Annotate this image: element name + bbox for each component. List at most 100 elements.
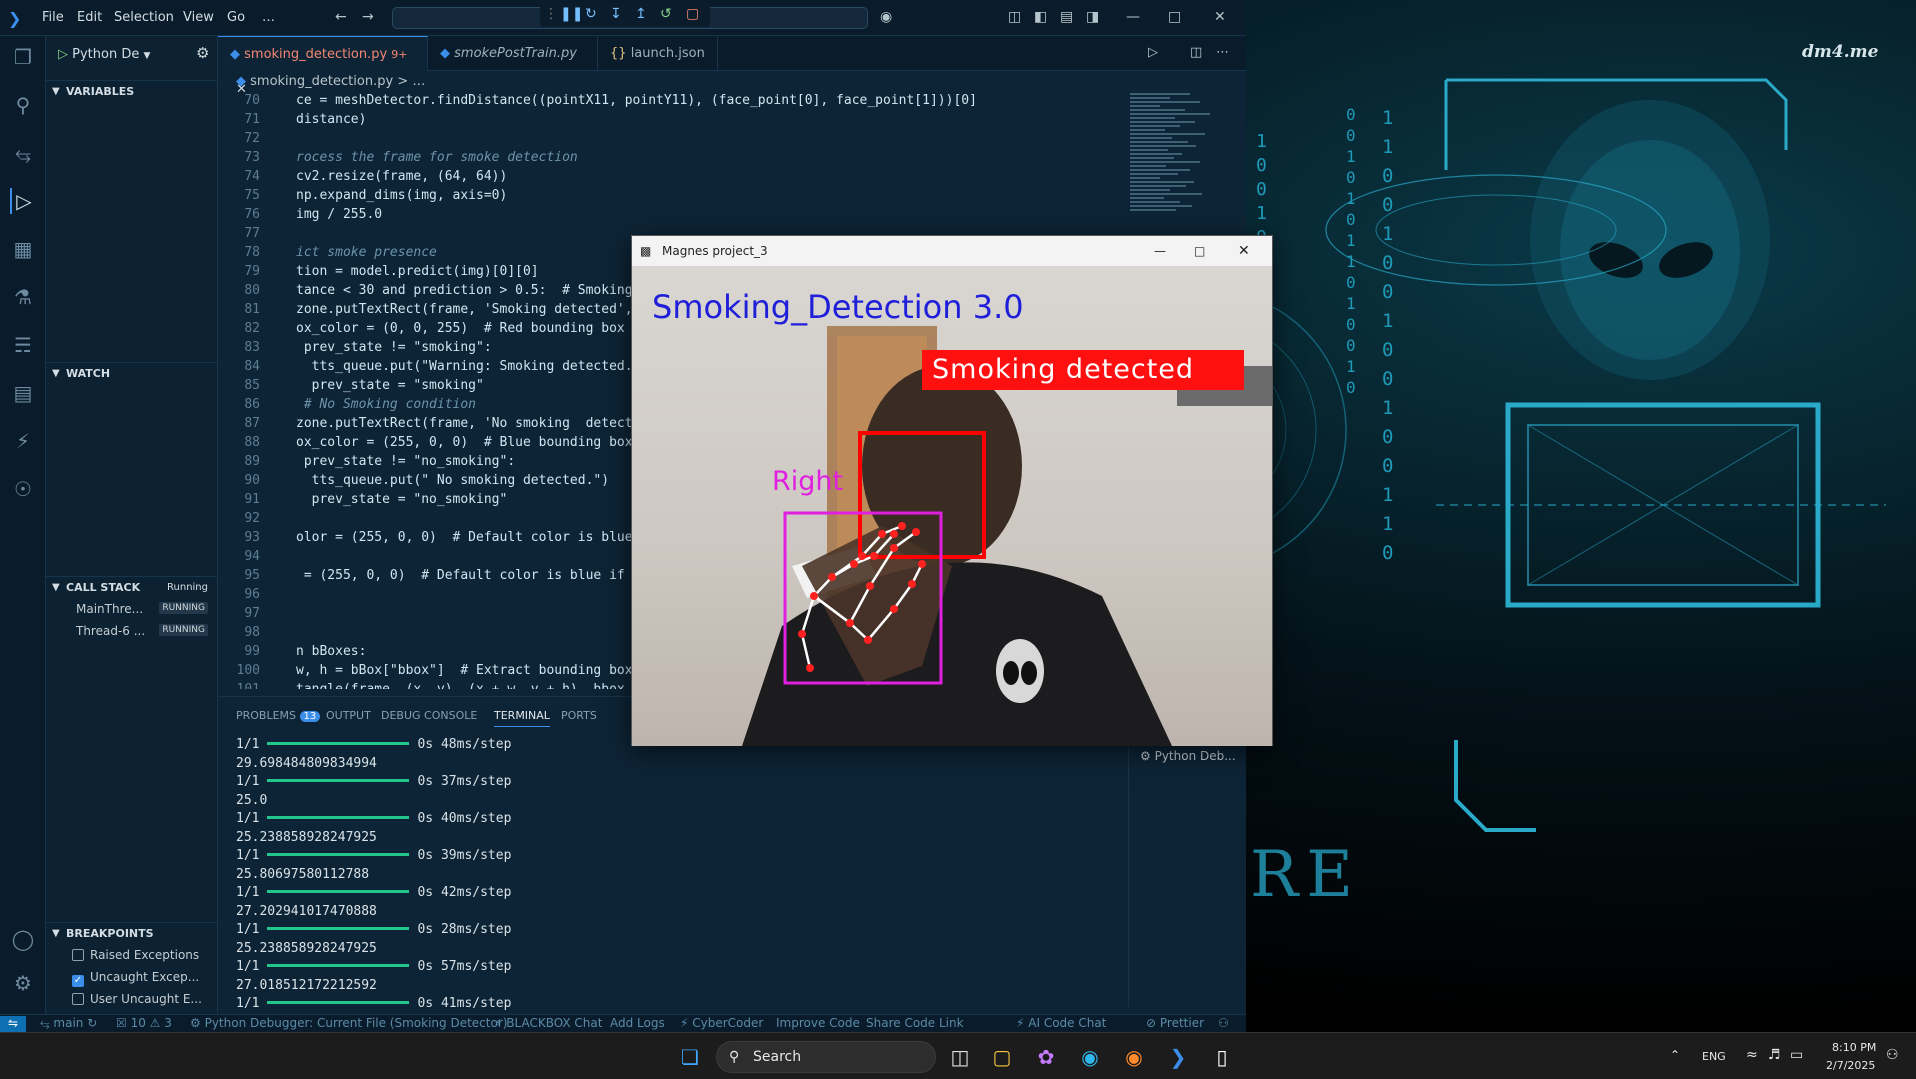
file-explorer-icon[interactable]: ▢ [986,1041,1018,1073]
restart-icon[interactable]: ↺ [660,6,672,22]
tab-output[interactable]: OUTPUT [326,709,371,722]
more-actions-icon[interactable]: ⋯ [1216,45,1229,60]
breakpoints-header[interactable]: ▼ BREAKPOINTS [46,922,218,944]
copilot-icon[interactable]: ✿ [1030,1041,1062,1073]
ai-code-chat[interactable]: ⚡ AI Code Chat [1016,1016,1106,1030]
blackbox-chat[interactable]: ⚡ BLACKBOX Chat [494,1016,602,1030]
code-line: w, h = bBox["bbox"] # Extract bounding b… [296,663,633,678]
wifi-icon[interactable]: ≈ [1746,1047,1758,1063]
terminal-value-line: 29.698484809834994 [236,755,377,771]
call-stack-header[interactable]: ▼ CALL STACK Running [46,576,218,598]
remote-explorer-icon[interactable]: ▤ [10,380,36,406]
debug-settings-gear-icon[interactable]: ⚙ [196,44,209,62]
taskbar-search[interactable]: ⚲ Search [716,1041,936,1073]
cybercoder[interactable]: ⚡ CyberCoder [680,1016,763,1030]
stop-icon[interactable]: ▢ [686,6,699,22]
testing-icon[interactable]: ⚗ [10,284,36,310]
minimize-icon[interactable]: — [1154,236,1166,266]
docker-icon[interactable]: ☴ [10,332,36,358]
checkbox-checked[interactable]: ✓ [72,975,84,987]
menu-more[interactable]: … [262,10,275,25]
pause-icon[interactable]: ❚❚ [560,6,583,22]
forward-arrow-icon[interactable]: → [362,9,374,25]
chevron-down-icon: ▼ [143,51,151,61]
menu-edit[interactable]: Edit [77,10,102,25]
back-arrow-icon[interactable]: ← [335,9,347,25]
run-config-select[interactable]: ▷ Python De ▼ [58,44,168,66]
battery-icon[interactable]: ▭ [1790,1047,1803,1063]
minimize-icon[interactable]: — [1126,9,1140,25]
breakpoint-raised-exceptions[interactable]: Raised Exceptions [72,948,199,962]
remote-indicator-icon[interactable]: ⇋ [0,1016,26,1033]
toggle-sidebar-icon[interactable]: ◧ [1034,9,1047,25]
explorer-icon[interactable]: ❐ [10,44,36,70]
problems-status[interactable]: ☒ 10 ⚠ 3 [116,1016,172,1030]
volume-icon[interactable]: ♬ [1768,1047,1781,1063]
edge-icon[interactable]: ◉ [1074,1041,1106,1073]
checkbox[interactable] [72,949,84,961]
minimap[interactable] [1120,93,1232,233]
tab-debug-console[interactable]: DEBUG CONSOLE [381,709,477,722]
add-logs[interactable]: Add Logs [610,1016,665,1030]
notification-bell-icon[interactable]: ⚇ [1886,1047,1899,1063]
tab-smoke-post-train[interactable]: ◆ smokePostTrain.py [428,36,598,71]
clock-date[interactable]: 2/7/2025 [1826,1059,1875,1072]
prettier-status[interactable]: ⊘ Prettier [1146,1016,1204,1030]
start-debugging-icon[interactable]: ▷ [58,47,68,62]
copilot-icon[interactable]: ◉ [880,9,892,25]
start-menu-icon[interactable]: ❏ [674,1041,706,1073]
watch-header[interactable]: ▼ WATCH [46,362,218,384]
terminal-output[interactable]: 1/1 0s 48ms/step 29.698484809834994 1/1 0s 3… [218,737,1118,1011]
drag-handle-icon[interactable]: ⋮ [544,6,558,22]
thread-row[interactable]: MainThre... RUNNING [76,602,216,616]
graph-icon[interactable]: ☉ [10,476,36,502]
tab-problems[interactable]: PROBLEMS 13 [236,709,321,722]
menu-go[interactable]: Go [227,10,245,25]
thread-row[interactable]: Thread-6 ... RUNNING [76,624,216,638]
firefox-icon[interactable]: ◉ [1118,1041,1150,1073]
split-editor-icon[interactable]: ◫ [1190,45,1202,60]
python-file-icon: ◆ [230,47,240,62]
breakpoint-uncaught-exceptions[interactable]: ✓ Uncaught Excep... [72,970,199,987]
customize-layout-icon[interactable]: ◫ [1008,9,1021,25]
vscode-taskbar-icon[interactable]: ❯ [1162,1041,1194,1073]
menu-file[interactable]: File [42,10,64,25]
breakpoint-user-uncaught[interactable]: User Uncaught E... [72,992,202,1006]
share-code-link[interactable]: Share Code Link [866,1016,964,1030]
terminal-instance[interactable]: ⚙ Python Deb... [1140,749,1236,763]
search-icon[interactable]: ⚲ [10,92,36,118]
source-control-icon[interactable]: ⥃ [10,140,36,166]
run-file-icon[interactable]: ▷ [1148,45,1158,60]
step-over-icon[interactable]: ↻ [585,6,597,22]
improve-code[interactable]: Improve Code [776,1016,860,1030]
lightning-icon[interactable]: ⚡ [10,428,36,454]
maximize-icon[interactable]: □ [1194,236,1205,266]
debugger-status[interactable]: ⚙ Python Debugger: Current File (Smoking… [190,1016,507,1030]
checkbox[interactable] [72,993,84,1005]
menu-selection[interactable]: Selection [114,10,174,25]
tab-launch-json[interactable]: {} launch.json [598,36,718,71]
extensions-icon[interactable]: ▦ [10,236,36,262]
run-debug-icon[interactable]: ▷ [10,188,36,214]
tab-terminal[interactable]: TERMINAL [494,709,550,727]
step-into-icon[interactable]: ↧ [610,6,622,22]
account-icon[interactable]: ◯ [10,926,36,952]
git-branch[interactable]: ⥃ main ↻ [40,1016,97,1031]
tab-ports[interactable]: PORTS [561,709,597,722]
document-icon[interactable]: ▯ [1206,1041,1238,1073]
clock-time[interactable]: 8:10 PM [1832,1041,1876,1054]
close-icon[interactable]: ✕ [1238,236,1250,266]
maximize-icon[interactable]: □ [1168,9,1181,25]
variables-header[interactable]: ▼ VARIABLES [46,80,218,102]
menu-view[interactable]: View [183,10,214,25]
step-out-icon[interactable]: ↥ [635,6,647,22]
notifications-bell-icon[interactable]: ⚇ [1218,1016,1229,1030]
settings-gear-icon[interactable]: ⚙ [10,970,36,996]
toggle-secondary-sidebar-icon[interactable]: ◨ [1086,9,1099,25]
close-icon[interactable]: ✕ [1214,9,1226,25]
language-indicator[interactable]: ENG [1702,1050,1726,1063]
task-view-icon[interactable]: ◫ [944,1041,976,1073]
toggle-panel-icon[interactable]: ▤ [1060,9,1073,25]
tab-smoking-detection[interactable]: ◆ smoking_detection.py 9+ ✕ [218,36,428,97]
show-hidden-icons-chevron-icon[interactable]: ⌃ [1670,1048,1680,1062]
